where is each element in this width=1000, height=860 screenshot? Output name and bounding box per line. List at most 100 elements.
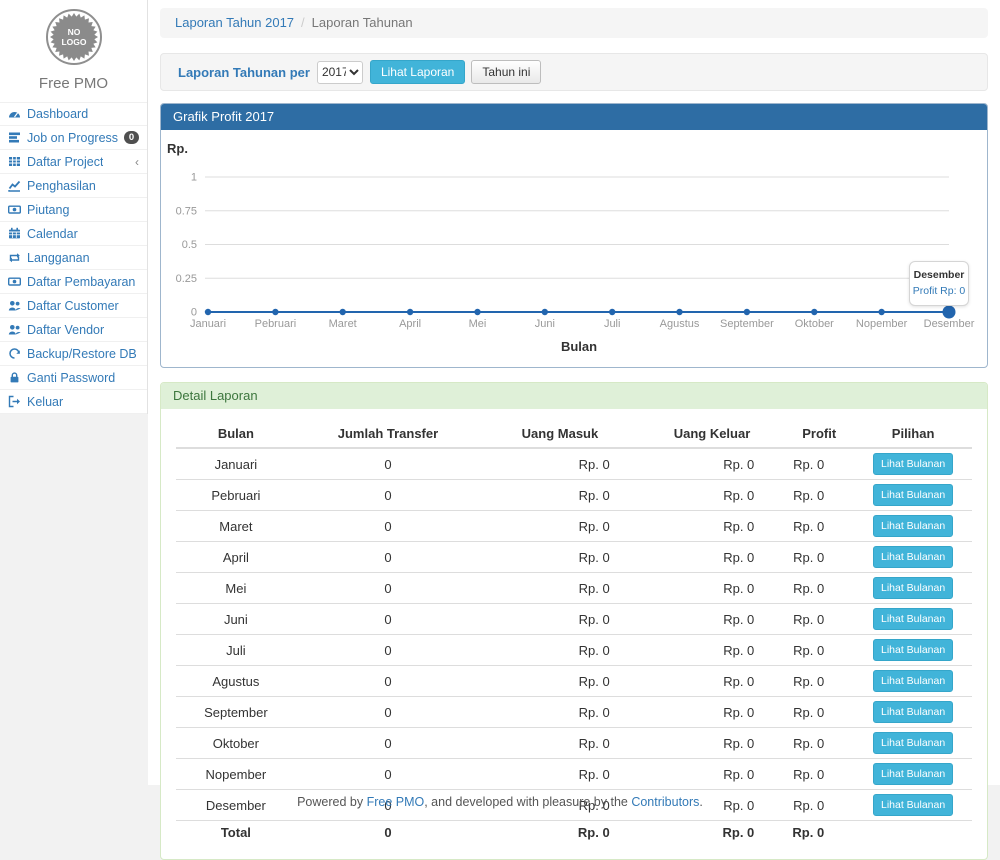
lihat-bulanan-button-maret[interactable]: Lihat Bulanan [873, 515, 953, 537]
year-select[interactable]: 2017 [317, 61, 363, 84]
lihat-bulanan-button-mei[interactable]: Lihat Bulanan [873, 577, 953, 599]
breadcrumb-separator: / [301, 15, 305, 30]
lihat-bulanan-button-september[interactable]: Lihat Bulanan [873, 701, 953, 723]
chart-point-maret[interactable] [340, 309, 346, 315]
footer-text-middle: , and developed with pleasure by the [424, 795, 631, 809]
cell-uang-masuk: Rp. 0 [480, 666, 640, 697]
sidebar-item-daftar-vendor[interactable]: Daftar Vendor [0, 318, 147, 342]
users-icon [7, 323, 21, 336]
chart-point-juli[interactable] [609, 309, 615, 315]
cell-jumlah-transfer: 0 [296, 666, 480, 697]
sidebar-item-langganan[interactable]: Langganan [0, 246, 147, 270]
sidebar-item-calendar[interactable]: Calendar [0, 222, 147, 246]
tahun-ini-button[interactable]: Tahun ini [471, 60, 541, 84]
lihat-bulanan-button-januari[interactable]: Lihat Bulanan [873, 453, 953, 475]
job-count-badge: 0 [124, 131, 139, 144]
column-header-uang-keluar: Uang Keluar [640, 421, 785, 448]
cell-profit: Rp. 0 [784, 542, 854, 573]
cell-pilihan: Lihat Bulanan [854, 728, 972, 759]
sidebar-item-ganti-password[interactable]: Ganti Password [0, 366, 147, 390]
column-header-jumlah-transfer: Jumlah Transfer [296, 421, 480, 448]
users-icon [7, 299, 21, 312]
cell-uang-keluar: Rp. 0 [640, 604, 785, 635]
sidebar-item-label: Daftar Customer [27, 299, 119, 313]
table-row-mei: Mei0Rp. 0Rp. 0Rp. 0Lihat Bulanan [176, 573, 972, 604]
column-header-uang-masuk: Uang Masuk [480, 421, 640, 448]
table-row-total: Total0Rp. 0Rp. 0Rp. 0 [176, 821, 972, 845]
sidebar-item-label: Keluar [27, 395, 63, 409]
cell-jumlah-transfer: 0 [296, 448, 480, 480]
cell-profit: Rp. 0 [784, 573, 854, 604]
chart-point-mei[interactable] [474, 309, 480, 315]
sidebar-item-piutang[interactable]: Piutang [0, 198, 147, 222]
cell-bulan: Oktober [176, 728, 296, 759]
brand-name: Free PMO [0, 69, 147, 102]
cell-pilihan: Lihat Bulanan [854, 448, 972, 480]
sidebar-item-daftar-project[interactable]: Daftar Project‹ [0, 150, 147, 174]
table-row-agustus: Agustus0Rp. 0Rp. 0Rp. 0Lihat Bulanan [176, 666, 972, 697]
sidebar-item-daftar-customer[interactable]: Daftar Customer [0, 294, 147, 318]
profit-chart: Rp.00.250.50.751JanuariPebruariMaretApri… [161, 130, 987, 367]
chart-point-juni[interactable] [542, 309, 548, 315]
cell-uang-masuk: Rp. 0 [480, 697, 640, 728]
x-tick-label: Maret [329, 318, 357, 330]
lihat-bulanan-button-agustus[interactable]: Lihat Bulanan [873, 670, 953, 692]
breadcrumb-link-laporan-tahun[interactable]: Laporan Tahun 2017 [175, 15, 294, 30]
cell-uang-masuk: Rp. 0 [480, 448, 640, 480]
cell-uang-masuk: Rp. 0 [480, 573, 640, 604]
cell-profit: Rp. 0 [784, 448, 854, 480]
chart-point-september[interactable] [744, 309, 750, 315]
cell-uang-masuk: Rp. 0 [480, 728, 640, 759]
svg-text:NO: NO [67, 27, 80, 37]
sidebar-item-backup-restore-db[interactable]: Backup/Restore DB [0, 342, 147, 366]
y-tick-label: 0 [191, 307, 197, 319]
cell-uang-keluar: Rp. 0 [640, 666, 785, 697]
chart-point-agustus[interactable] [676, 309, 682, 315]
chart-point-april[interactable] [407, 309, 413, 315]
chart-point-januari[interactable] [205, 309, 211, 315]
sidebar-item-keluar[interactable]: Keluar [0, 390, 147, 414]
chart-point-desember[interactable] [943, 306, 956, 319]
sidebar-item-label: Ganti Password [27, 371, 115, 385]
cell-pilihan: Lihat Bulanan [854, 635, 972, 666]
chart-point-nopember[interactable] [878, 309, 884, 315]
lihat-bulanan-button-nopember[interactable]: Lihat Bulanan [873, 763, 953, 785]
cell-jumlah-transfer: 0 [296, 604, 480, 635]
chart-xlabel: Bulan [561, 339, 597, 354]
x-tick-label: April [399, 318, 421, 330]
table-row-juli: Juli0Rp. 0Rp. 0Rp. 0Lihat Bulanan [176, 635, 972, 666]
lihat-bulanan-button-april[interactable]: Lihat Bulanan [873, 546, 953, 568]
cell-pilihan: Lihat Bulanan [854, 604, 972, 635]
sidebar-item-dashboard[interactable]: Dashboard [0, 102, 147, 126]
lihat-bulanan-button-juli[interactable]: Lihat Bulanan [873, 639, 953, 661]
cell-total-transfer: 0 [296, 821, 480, 845]
cell-profit: Rp. 0 [784, 728, 854, 759]
cell-profit: Rp. 0 [784, 480, 854, 511]
sidebar-item-penghasilan[interactable]: Penghasilan [0, 174, 147, 198]
y-tick-label: 0.25 [176, 273, 197, 285]
table-row-pebruari: Pebruari0Rp. 0Rp. 0Rp. 0Lihat Bulanan [176, 480, 972, 511]
sidebar-item-daftar-pembayaran[interactable]: Daftar Pembayaran [0, 270, 147, 294]
chart-point-oktober[interactable] [811, 309, 817, 315]
cell-jumlah-transfer: 0 [296, 635, 480, 666]
line-chart-icon [7, 179, 21, 192]
tooltip-profit: Profit Rp: 0 [912, 283, 966, 299]
cell-profit: Rp. 0 [784, 697, 854, 728]
free-pmo-link[interactable]: Free PMO [367, 795, 425, 809]
chart-point-pebruari[interactable] [272, 309, 278, 315]
dashboard-icon [7, 108, 21, 121]
cell-jumlah-transfer: 0 [296, 511, 480, 542]
cell-uang-keluar: Rp. 0 [640, 728, 785, 759]
cell-total-label: Total [176, 821, 296, 845]
chevron-left-icon: ‹ [135, 156, 139, 168]
sidebar-item-job-on-progress[interactable]: Job on Progress0 [0, 126, 147, 150]
tooltip-month: Desember [912, 267, 966, 283]
cell-profit: Rp. 0 [784, 635, 854, 666]
lihat-bulanan-button-oktober[interactable]: Lihat Bulanan [873, 732, 953, 754]
lihat-bulanan-button-juni[interactable]: Lihat Bulanan [873, 608, 953, 630]
cell-bulan: Juni [176, 604, 296, 635]
lihat-laporan-button[interactable]: Lihat Laporan [370, 60, 465, 84]
contributors-link[interactable]: Contributors [631, 795, 699, 809]
cell-uang-masuk: Rp. 0 [480, 542, 640, 573]
lihat-bulanan-button-pebruari[interactable]: Lihat Bulanan [873, 484, 953, 506]
